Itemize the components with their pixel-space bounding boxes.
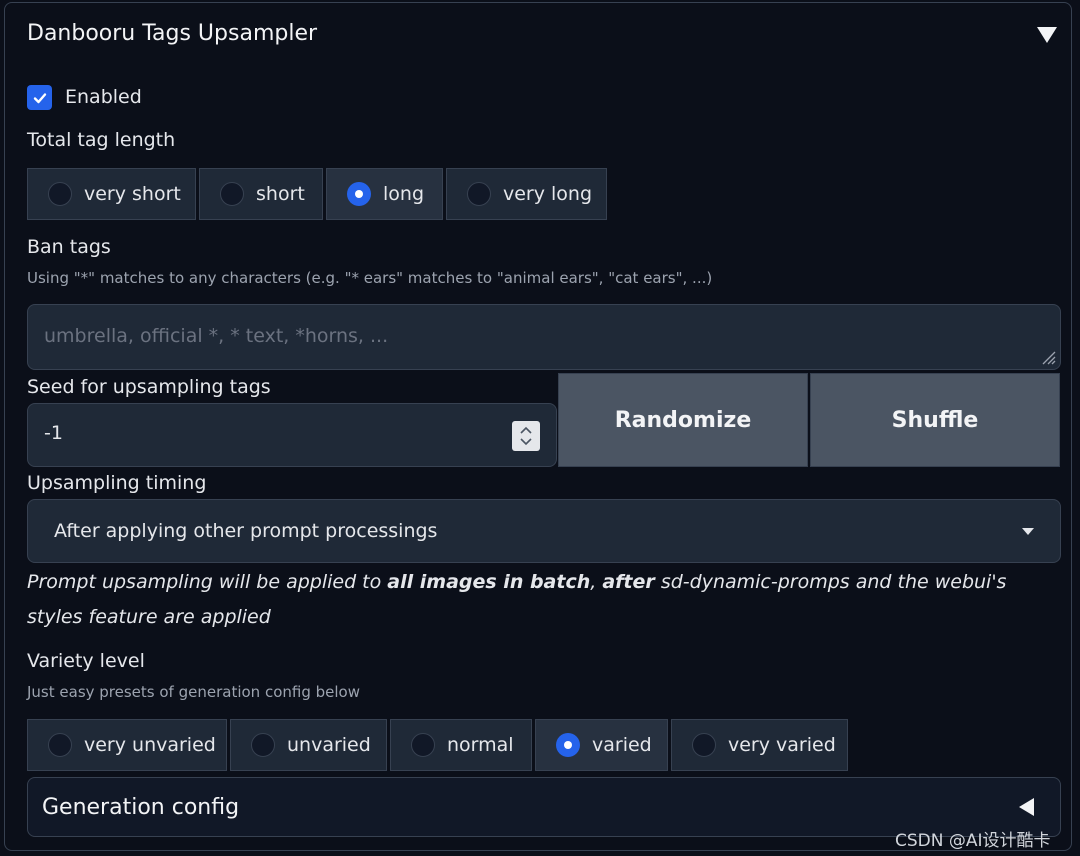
- radio-dot: [692, 733, 716, 757]
- radio-label: very long: [503, 183, 593, 205]
- radio-dot: [411, 733, 435, 757]
- radio-label: long: [383, 183, 425, 205]
- radio-dot-selected: [556, 733, 580, 757]
- enabled-label: Enabled: [65, 86, 142, 108]
- radio-very-short[interactable]: very short: [27, 168, 196, 220]
- variety-radio-group: very unvaried unvaried normal varied ver…: [27, 719, 848, 771]
- radio-short[interactable]: short: [199, 168, 323, 220]
- radio-label: normal: [447, 734, 514, 756]
- timing-info: Prompt upsampling will be applied to all…: [27, 565, 1027, 635]
- randomize-button[interactable]: Randomize: [558, 373, 808, 467]
- timing-label: Upsampling timing: [27, 472, 207, 494]
- timing-selected: After applying other prompt processings: [54, 520, 438, 542]
- panel-title: Danbooru Tags Upsampler: [27, 21, 318, 46]
- radio-dot-selected: [347, 182, 371, 206]
- variety-hint: Just easy presets of generation config b…: [27, 683, 360, 701]
- radio-unvaried[interactable]: unvaried: [230, 719, 387, 771]
- ban-tags-textarea[interactable]: umbrella, official *, * text, *horns, ..…: [27, 304, 1061, 370]
- radio-dot: [251, 733, 275, 757]
- expand-triangle-icon: [1019, 798, 1034, 816]
- radio-dot: [48, 733, 72, 757]
- radio-very-unvaried[interactable]: very unvaried: [27, 719, 227, 771]
- collapse-triangle-icon[interactable]: [1037, 27, 1057, 43]
- radio-very-long[interactable]: very long: [446, 168, 607, 220]
- check-icon: [33, 92, 46, 103]
- radio-label: very unvaried: [84, 734, 216, 756]
- info-bold: after: [602, 571, 655, 593]
- radio-varied[interactable]: varied: [535, 719, 668, 771]
- radio-very-varied[interactable]: very varied: [671, 719, 848, 771]
- watermark: CSDN @AI设计酷卡: [895, 831, 1051, 851]
- info-text: Prompt upsampling will be applied to: [27, 571, 388, 593]
- radio-dot: [220, 182, 244, 206]
- radio-long[interactable]: long: [326, 168, 443, 220]
- info-bold: all images in batch: [387, 571, 591, 593]
- radio-dot: [48, 182, 72, 206]
- radio-normal[interactable]: normal: [390, 719, 532, 771]
- radio-label: very varied: [728, 734, 836, 756]
- ban-tags-label: Ban tags: [27, 236, 111, 258]
- generation-config-title: Generation config: [42, 794, 240, 820]
- shuffle-button[interactable]: Shuffle: [810, 373, 1060, 467]
- seed-label: Seed for upsampling tags: [27, 376, 271, 398]
- info-text: ,: [590, 571, 603, 593]
- timing-dropdown[interactable]: After applying other prompt processings: [27, 499, 1061, 563]
- upsampler-panel: Danbooru Tags Upsampler Enabled Total ta…: [4, 2, 1072, 851]
- resize-grip-icon[interactable]: [1038, 347, 1056, 365]
- radio-label: unvaried: [287, 734, 371, 756]
- radio-label: varied: [592, 734, 652, 756]
- total-tag-length-label: Total tag length: [27, 129, 176, 151]
- seed-spinner[interactable]: [512, 421, 540, 451]
- seed-input[interactable]: -1: [27, 403, 557, 467]
- variety-label: Variety level: [27, 650, 145, 672]
- seed-value: -1: [44, 422, 63, 444]
- radio-label: very short: [84, 183, 181, 205]
- spinner-arrows-icon: [520, 426, 532, 446]
- radio-label: short: [256, 183, 305, 205]
- ban-tags-hint: Using "*" matches to any characters (e.g…: [27, 269, 713, 287]
- radio-dot: [467, 182, 491, 206]
- total-tag-length-radio-group: very short short long very long: [27, 168, 607, 220]
- dropdown-caret-icon: [1022, 527, 1034, 535]
- ban-tags-placeholder: umbrella, official *, * text, *horns, ..…: [44, 325, 389, 347]
- enabled-checkbox[interactable]: [27, 85, 52, 110]
